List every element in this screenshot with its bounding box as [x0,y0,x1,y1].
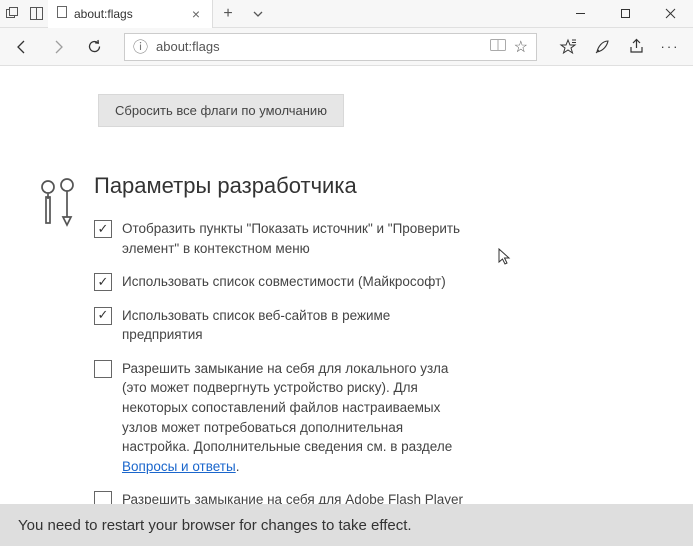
option-checkbox[interactable] [94,273,112,291]
page-content: Сбросить все флаги по умолчанию Параметр… [0,66,693,504]
titlebar: about:flags × + [0,0,693,28]
option-checkbox[interactable] [94,360,112,378]
back-button[interactable] [6,31,38,63]
restart-message: You need to restart your browser for cha… [18,517,412,534]
notes-button[interactable] [585,31,619,63]
reset-flags-button[interactable]: Сбросить все флаги по умолчанию [98,94,344,127]
window-layout-icon-2[interactable] [24,2,48,26]
maximize-button[interactable] [603,0,648,28]
option-row: Использовать список веб-сайтов в режиме … [94,306,464,345]
restart-notification: You need to restart your browser for cha… [0,504,693,546]
window-layout-icon-1[interactable] [0,2,24,26]
faq-link[interactable]: Вопросы и ответы [122,459,236,474]
site-info-icon[interactable]: ⓘ [133,36,148,57]
more-button[interactable]: ··· [653,31,687,63]
option-row: Отобразить пункты "Показать источник" и … [94,219,464,258]
favorite-icon[interactable]: ☆ [514,37,528,57]
option-label: Разрешить замыкание на себя для локально… [122,359,464,476]
address-bar[interactable]: ⓘ about:flags ☆ [124,33,537,61]
forward-button[interactable] [42,31,74,63]
refresh-button[interactable] [78,31,110,63]
tab-page-icon [56,6,68,21]
option-checkbox[interactable] [94,220,112,238]
tab-title: about:flags [74,7,188,21]
favorites-hub-button[interactable] [551,31,585,63]
toolbar: ⓘ about:flags ☆ ··· [0,28,693,66]
reading-view-icon[interactable] [490,38,506,55]
address-text: about:flags [156,39,482,54]
tabs-dropdown-button[interactable] [243,0,273,28]
option-checkbox[interactable] [94,307,112,325]
minimize-button[interactable] [558,0,603,28]
window-controls [558,0,693,28]
developer-tools-icon [24,173,94,504]
tab-close-button[interactable]: × [188,6,204,22]
developer-section: Параметры разработчика Отобразить пункты… [0,173,693,504]
close-window-button[interactable] [648,0,693,28]
browser-tab[interactable]: about:flags × [48,0,213,28]
new-tab-button[interactable]: + [213,0,243,28]
toolbar-right: ··· [551,31,687,63]
developer-section-body: Параметры разработчика Отобразить пункты… [94,173,464,504]
option-label: Использовать список веб-сайтов в режиме … [122,306,464,345]
option-checkbox[interactable] [94,491,112,504]
option-row: Использовать список совместимости (Майкр… [94,272,464,292]
option-label: Использовать список совместимости (Майкр… [122,272,464,292]
option-label: Отобразить пункты "Показать источник" и … [122,219,464,258]
option-row: Разрешить замыкание на себя для Adobe Fl… [94,490,464,504]
share-button[interactable] [619,31,653,63]
section-title: Параметры разработчика [94,173,464,199]
option-label: Разрешить замыкание на себя для Adobe Fl… [122,490,464,504]
option-row: Разрешить замыкание на себя для локально… [94,359,464,476]
titlebar-left [0,2,48,26]
